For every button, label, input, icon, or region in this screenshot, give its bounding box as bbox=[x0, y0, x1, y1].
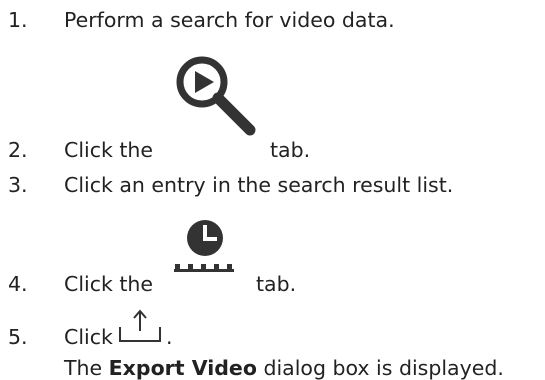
step-text: Perform a search for video data. bbox=[64, 8, 395, 32]
step-text-after: . bbox=[166, 325, 173, 349]
step-number: 2. bbox=[8, 138, 28, 162]
step-number: 3. bbox=[8, 173, 28, 197]
step-text: Click an entry in the search result list… bbox=[64, 173, 454, 197]
step-text-after: tab. bbox=[256, 272, 297, 296]
result-text-before: The bbox=[64, 356, 103, 380]
clock-timeline-icon bbox=[174, 220, 234, 272]
step-number: 1. bbox=[8, 8, 28, 32]
step-text-after: tab. bbox=[270, 138, 311, 162]
export-icon bbox=[119, 309, 161, 342]
step-text-before: Click the bbox=[64, 272, 154, 296]
search-playback-icon bbox=[176, 56, 256, 136]
result-note: The Export Video dialog box is displayed… bbox=[64, 356, 504, 380]
result-text-after: dialog box is displayed. bbox=[263, 356, 504, 380]
step-number: 5. bbox=[8, 325, 28, 349]
step-text-before: Click the bbox=[64, 138, 154, 162]
dialog-name: Export Video bbox=[108, 356, 257, 380]
step-number: 4. bbox=[8, 272, 28, 296]
step-text-before: Click bbox=[64, 325, 113, 349]
